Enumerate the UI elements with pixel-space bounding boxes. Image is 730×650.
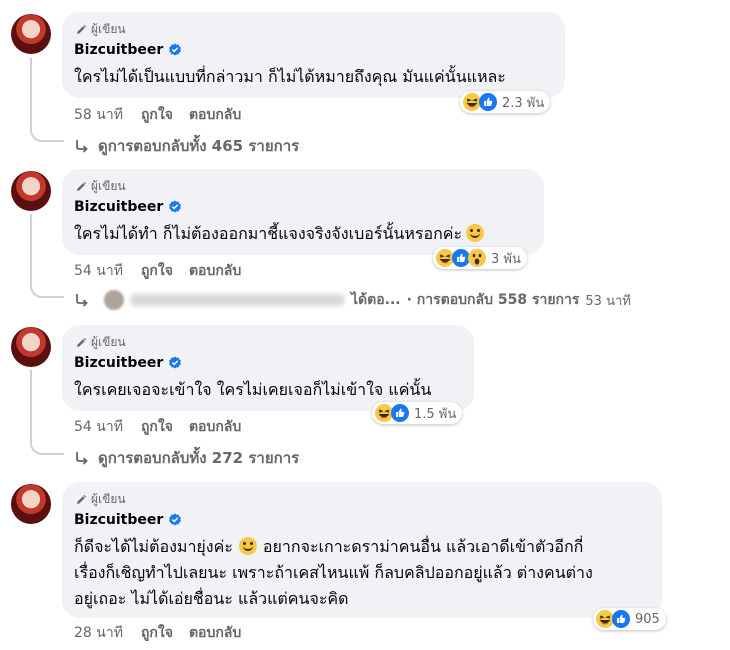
author-badge: ผู้เขียน [75, 333, 126, 352]
thread-line [30, 214, 32, 284]
comment-bubble: ผู้เขียน Bizcuitbeer ก็ดีจะได้ไม่ต้องมาย… [62, 482, 662, 618]
name-row: Bizcuitbeer [74, 355, 182, 371]
author-badge-label: ผู้เขียน [91, 335, 126, 349]
like-reaction-icon [478, 92, 498, 112]
author-badge: ผู้เขียน [75, 490, 126, 509]
view-replies-link[interactable]: ดูการตอบกลับทั้ง 272 รายการ [74, 446, 299, 470]
like-button[interactable]: ถูกใจ [141, 260, 173, 282]
name-row: Bizcuitbeer [74, 199, 182, 215]
reply-arrow-icon [74, 138, 90, 154]
like-reaction-icon [611, 609, 631, 629]
author-badge-label: ผู้เขียน [91, 492, 126, 506]
commenter-name[interactable]: Bizcuitbeer [74, 512, 163, 528]
comment-time[interactable]: 54 นาที [74, 260, 123, 282]
thread-line [30, 58, 32, 130]
reply-button[interactable]: ตอบกลับ [189, 416, 241, 438]
avatar[interactable] [11, 484, 51, 524]
like-button[interactable]: ถูกใจ [141, 622, 173, 644]
comment-bubble: ผู้เขียน Bizcuitbeer ใครไม่ได้เป็นแบบที่… [62, 12, 565, 98]
reply-preview-suffix: ได้ตอ... [351, 292, 401, 308]
comment-bubble: ผู้เขียน Bizcuitbeer ใครเคยเจอจะเข้าใจ ใ… [62, 325, 474, 411]
verified-badge-icon [168, 513, 182, 527]
comment-text: ใครไม่ได้ทำ ก็ไม่ต้องออกมาชี้แจงจริงจังเ… [74, 221, 485, 247]
avatar[interactable] [11, 327, 51, 367]
pencil-icon [75, 494, 87, 506]
comment-actions: 58 นาที ถูกใจ ตอบกลับ [74, 104, 257, 126]
commenter-name[interactable]: Bizcuitbeer [74, 355, 163, 371]
pencil-icon [75, 181, 87, 193]
comment-actions: 54 นาที ถูกใจ ตอบกลับ [74, 416, 257, 438]
like-button[interactable]: ถูกใจ [141, 416, 173, 438]
comment-bubble: ผู้เขียน Bizcuitbeer ใครไม่ได้ทำ ก็ไม่ต้… [62, 169, 544, 255]
verified-badge-icon [168, 43, 182, 57]
reply-preview[interactable]: ได้ตอ... · การตอบกลับ 558 รายการ 53 นาที [74, 289, 631, 311]
avatar[interactable] [11, 14, 51, 54]
thread-connector [30, 439, 64, 455]
reaction-summary[interactable]: 2.3 พัน [460, 91, 551, 113]
author-badge: ผู้เขียน [75, 177, 126, 196]
comment-time[interactable]: 54 นาที [74, 416, 123, 438]
comment-text: ก็ดีจะได้ไม่ต้องมายุ่งค่ะ อยากจะเกาะดราม่… [74, 537, 593, 608]
pencil-icon [75, 337, 87, 349]
like-reaction-icon [390, 403, 410, 423]
reaction-count: 905 [635, 611, 660, 627]
replier-name-blurred [130, 294, 345, 306]
name-row: Bizcuitbeer [74, 42, 182, 58]
avatar[interactable] [11, 171, 51, 211]
reaction-count: 1.5 พัน [414, 406, 457, 422]
comment-text: ใครไม่ได้เป็นแบบที่กล่าวมา ก็ไม่ได้หมายถ… [74, 67, 506, 86]
reaction-summary[interactable]: 1.5 พัน [372, 402, 463, 424]
reply-button[interactable]: ตอบกลับ [189, 104, 241, 126]
replier-avatar [104, 290, 124, 310]
reaction-count: 3 พัน [491, 251, 521, 267]
wow-reaction-icon [467, 248, 487, 268]
view-replies-label: ดูการตอบกลับทั้ง 272 รายการ [98, 449, 300, 467]
commenter-name[interactable]: Bizcuitbeer [74, 199, 163, 215]
pencil-icon [75, 24, 87, 36]
reply-arrow-icon [74, 292, 90, 308]
comment-time[interactable]: 58 นาที [74, 104, 123, 126]
author-badge-label: ผู้เขียน [91, 179, 126, 193]
reaction-summary[interactable]: 905 [593, 608, 666, 630]
view-replies-link[interactable]: ดูการตอบกลับทั้ง 465 รายการ [74, 134, 299, 158]
reply-button[interactable]: ตอบกลับ [189, 260, 241, 282]
comment-actions: 28 นาที ถูกใจ ตอบกลับ [74, 622, 257, 644]
view-replies-label: ดูการตอบกลับทั้ง 465 รายการ [98, 137, 300, 155]
smile-emoji-icon [238, 537, 257, 555]
comment-time[interactable]: 28 นาที [74, 622, 123, 644]
like-button[interactable]: ถูกใจ [141, 104, 173, 126]
commenter-name[interactable]: Bizcuitbeer [74, 42, 163, 58]
smile-emoji-icon [466, 224, 485, 242]
comment-text: ใครเคยเจอจะเข้าใจ ใครไม่เคยเจอก็ไม่เข้าใ… [74, 380, 432, 399]
reaction-summary[interactable]: 3 พัน [433, 247, 527, 269]
reaction-count: 2.3 พัน [502, 95, 545, 111]
author-badge: ผู้เขียน [75, 20, 126, 39]
author-badge-label: ผู้เขียน [91, 22, 126, 36]
reply-arrow-icon [74, 450, 90, 466]
name-row: Bizcuitbeer [74, 512, 182, 528]
thread-connector [30, 282, 64, 298]
reply-button[interactable]: ตอบกลับ [189, 622, 241, 644]
thread-line [30, 370, 32, 442]
comment-actions: 54 นาที ถูกใจ ตอบกลับ [74, 260, 257, 282]
reply-time: 53 นาที [585, 293, 631, 309]
thread-connector [30, 126, 64, 142]
verified-badge-icon [168, 200, 182, 214]
verified-badge-icon [168, 356, 182, 370]
reply-count-label: · การตอบกลับ 558 รายการ [406, 292, 580, 308]
